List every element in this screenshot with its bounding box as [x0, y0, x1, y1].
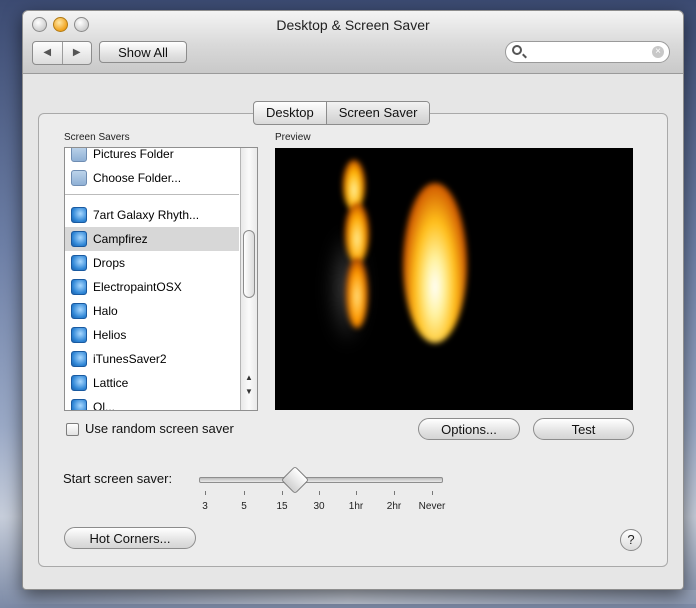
list-item-label: Helios	[93, 328, 127, 342]
list-separator	[65, 194, 239, 203]
random-screensaver-label: Use random screen saver	[85, 421, 234, 436]
random-screensaver-checkbox[interactable]	[66, 423, 79, 436]
slider-tick-label: 5	[241, 501, 247, 512]
slider-tick-label: 15	[276, 501, 288, 512]
back-forward-control: ◀ ▶	[32, 41, 92, 65]
flame-small-mid	[345, 203, 369, 263]
list-item-label: Drops	[93, 256, 126, 270]
screensaver-icon	[71, 303, 87, 319]
forward-button[interactable]: ▶	[61, 42, 92, 64]
search-input[interactable]	[526, 44, 650, 62]
list-item-label: Choose Folder...	[93, 171, 182, 185]
slider-tick-label: 3	[202, 501, 208, 512]
list-item-label: ElectropaintOSX	[93, 280, 182, 294]
list-item[interactable]: Campfirez	[65, 227, 239, 251]
screensaver-icon	[71, 327, 87, 343]
list-item[interactable]: Pictures Folder	[65, 147, 239, 166]
clear-search-icon[interactable]: ×	[652, 46, 664, 58]
tab-screen-saver[interactable]: Screen Saver	[325, 102, 430, 124]
help-icon[interactable]: ?	[620, 529, 642, 551]
slider-tick	[356, 491, 357, 495]
screensaver-icon	[71, 375, 87, 391]
list-item-label: Ol...	[93, 400, 116, 411]
list-item-label: Campfirez	[93, 232, 148, 246]
slider-tick	[205, 491, 206, 495]
list-item[interactable]: Helios	[65, 323, 239, 347]
slider-tick-label: 1hr	[348, 501, 364, 512]
slider-tick-label: 2hr	[386, 501, 402, 512]
flame-small-bottom	[346, 258, 368, 328]
screensaver-icon	[71, 279, 87, 295]
list-item-label: Pictures Folder	[93, 147, 174, 161]
list-item[interactable]: Drops	[65, 251, 239, 275]
flame-large	[403, 183, 467, 343]
list-item[interactable]: Lattice	[65, 371, 239, 395]
list-item-label: Lattice	[93, 376, 129, 390]
options-button[interactable]: Options...	[418, 418, 520, 440]
slider-tick	[244, 491, 245, 495]
scroll-down-icon[interactable]: ▼	[241, 386, 257, 398]
list-item[interactable]: ElectropaintOSX	[65, 275, 239, 299]
screensaver-icon	[71, 231, 87, 247]
start-screensaver-label: Start screen saver:	[63, 471, 173, 486]
slider-tick	[432, 491, 433, 495]
list-item-label: 7art Galaxy Rhyth...	[93, 208, 200, 222]
screen-saver-preview	[275, 148, 633, 410]
screen-saver-list[interactable]: Pictures Folder Choose Folder... 7art Ga…	[64, 147, 258, 411]
tab-desktop[interactable]: Desktop	[254, 102, 326, 124]
screensaver-icon	[71, 207, 87, 223]
folder-icon	[71, 170, 87, 186]
scrollbar-thumb[interactable]	[243, 230, 255, 298]
list-item[interactable]: 7art Galaxy Rhyth...	[65, 203, 239, 227]
scroll-up-icon[interactable]: ▲	[241, 372, 257, 384]
list-item[interactable]: Halo	[65, 299, 239, 323]
screensaver-icon	[71, 399, 87, 410]
desktop-background	[0, 590, 696, 604]
list-item[interactable]: iTunesSaver2	[65, 347, 239, 371]
screensaver-icon	[71, 255, 87, 271]
start-screensaver-slider-track[interactable]	[199, 477, 443, 483]
preferences-window: Desktop & Screen Saver ◀ ▶ Show All × De…	[22, 10, 684, 590]
window-title: Desktop & Screen Saver	[276, 17, 430, 33]
slider-tick-label: Never	[418, 501, 446, 512]
slider-tick	[282, 491, 283, 495]
search-field[interactable]: ×	[505, 41, 670, 63]
list-scrollbar[interactable]: ▲ ▼	[240, 148, 257, 410]
hot-corners-button[interactable]: Hot Corners...	[64, 527, 196, 549]
back-button[interactable]: ◀	[33, 42, 62, 64]
list-item[interactable]: Choose Folder...	[65, 166, 239, 190]
search-icon	[512, 45, 522, 55]
list-item-label: Halo	[93, 304, 118, 318]
slider-tick	[319, 491, 320, 495]
show-all-button[interactable]: Show All	[99, 41, 187, 63]
title-bar: Desktop & Screen Saver ◀ ▶ Show All ×	[23, 11, 683, 74]
folder-icon	[71, 148, 87, 162]
list-item-label: iTunesSaver2	[93, 352, 167, 366]
test-button[interactable]: Test	[533, 418, 634, 440]
slider-tick	[394, 491, 395, 495]
list-item[interactable]: Ol...	[65, 395, 239, 411]
screen-savers-heading: Screen Savers	[64, 132, 130, 143]
slider-tick-label: 30	[313, 501, 325, 512]
preview-heading: Preview	[275, 132, 311, 143]
tab-bar: Desktop Screen Saver	[253, 101, 431, 125]
screensaver-icon	[71, 351, 87, 367]
